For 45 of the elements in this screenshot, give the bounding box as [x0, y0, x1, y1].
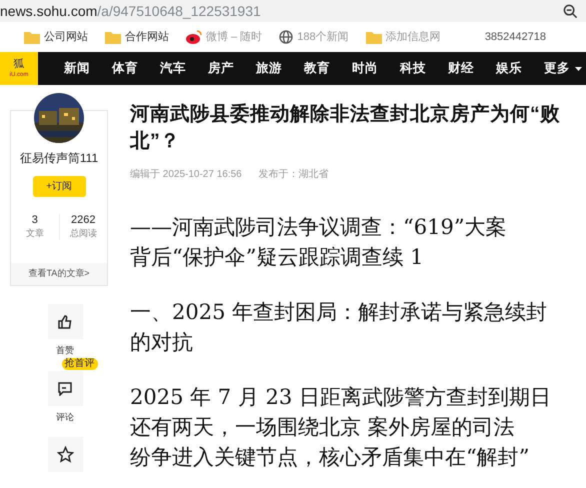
zoom-icon[interactable]: [563, 4, 578, 18]
stat-label: 总阅读: [70, 227, 97, 240]
stat-value: 2262: [71, 214, 96, 227]
stat-value: 3: [32, 214, 38, 227]
article-paragraph: 一、2025 年查封困局：解封承诺与紧急续封 的对抗: [130, 299, 548, 356]
globe-icon: [279, 30, 294, 44]
article-title: 河南武陟县委推动解除非法查封北京房产为何“败 北”？: [130, 102, 561, 154]
action-label: 首赞: [56, 344, 74, 357]
bookmark-item[interactable]: 公司网站: [24, 28, 88, 46]
nav-link[interactable]: 财经: [448, 59, 474, 78]
edit-time: 编辑于 2025-10-27 16:56: [130, 168, 242, 182]
address-bar[interactable]: news.sohu.com/a/947510648_122531931: [0, 0, 586, 22]
folder-icon: [105, 30, 121, 44]
author-articles-link[interactable]: 查看TA的文章>: [11, 263, 107, 285]
folder-icon: [24, 30, 40, 44]
nav-link[interactable]: 旅游: [256, 59, 282, 78]
stat-label: 文章: [26, 227, 44, 240]
nav-link[interactable]: 科技: [400, 59, 426, 78]
caret-icon: [575, 66, 582, 70]
article-paragraph: ——河南武陟司法争议调查：“619”大案 背后“保护伞”疑云跟踪调查续 1: [130, 214, 508, 271]
nav-link[interactable]: 体育: [112, 59, 138, 78]
folder-icon: [366, 30, 382, 44]
nav-link[interactable]: 房产: [208, 59, 234, 78]
nav-link[interactable]: 时尚: [352, 59, 378, 78]
article-paragraph: 2025 年 7 月 23 日距离武陟警方查封到期日 还有两天，一场围绕北京 案外房屋的司法 纷争进入关键节点，核心矛盾集中在“解封”: [130, 384, 552, 471]
badge: 抢首评: [62, 358, 98, 370]
subscribe-button[interactable]: +订阅: [32, 176, 86, 197]
publish-location: 发布于：湖北省: [258, 168, 329, 182]
star-button[interactable]: [48, 437, 82, 472]
nav-link[interactable]: 娱乐: [496, 59, 522, 78]
bookmark-text: 3852442718: [484, 30, 546, 45]
weibo-icon: [186, 30, 202, 44]
url-text: news.sohu.com/a/947510648_122531931: [0, 2, 261, 21]
comment-button[interactable]: [48, 370, 82, 406]
thumbs-up-icon: [57, 314, 73, 330]
more-menu[interactable]: 更多: [544, 59, 582, 78]
nav-link[interactable]: 教育: [304, 59, 330, 78]
action-label: 评论: [56, 410, 74, 424]
bookmark-item[interactable]: 合作网站: [105, 28, 169, 46]
comment-icon: [57, 380, 73, 396]
nav-link[interactable]: 新闻: [64, 59, 90, 78]
star-icon: [56, 446, 74, 463]
nav-link[interactable]: 汽车: [160, 59, 186, 78]
author-name[interactable]: 征易传声筒111: [20, 149, 98, 167]
like-button[interactable]: [48, 304, 82, 339]
